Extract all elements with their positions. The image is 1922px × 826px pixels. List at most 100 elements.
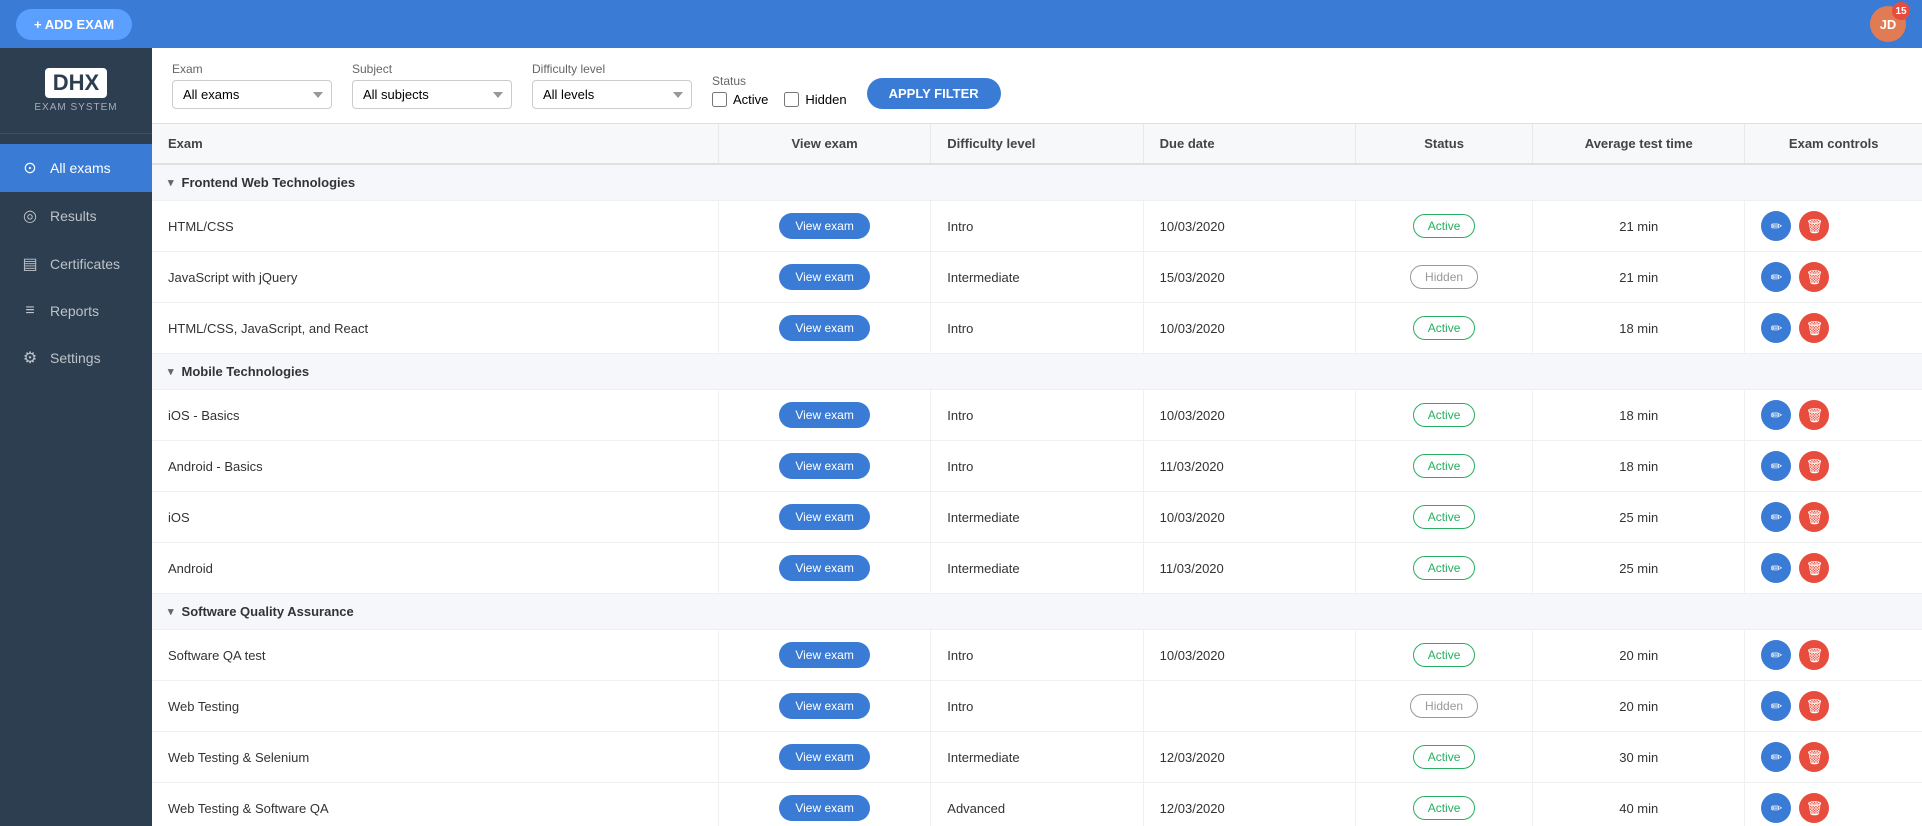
due-date-cell: 10/03/2020 <box>1143 492 1355 543</box>
table-row: HTML/CSS, JavaScript, and React View exa… <box>152 303 1922 354</box>
delete-button[interactable]: 🗑 <box>1799 793 1829 823</box>
col-header-status: Status <box>1356 124 1533 164</box>
avatar[interactable]: JD 15 <box>1870 6 1906 42</box>
category-toggle: ▾ Software Quality Assurance <box>168 604 1906 619</box>
controls-cell: ✏ 🗑 <box>1745 732 1922 783</box>
logo-area: DHX EXAM SYSTEM <box>0 48 152 134</box>
edit-button[interactable]: ✏ <box>1761 553 1791 583</box>
delete-button[interactable]: 🗑 <box>1799 262 1829 292</box>
controls-cell: ✏ 🗑 <box>1745 390 1922 441</box>
view-exam-button[interactable]: View exam <box>779 642 869 668</box>
table-row: Web Testing View exam Intro Hidden 20 mi… <box>152 681 1922 732</box>
due-date-cell: 10/03/2020 <box>1143 201 1355 252</box>
view-exam-button[interactable]: View exam <box>779 213 869 239</box>
sidebar-item-settings[interactable]: ⚙ Settings <box>0 334 152 382</box>
controls-buttons: ✏ 🗑 <box>1761 211 1906 241</box>
status-filter-label: Status <box>712 74 847 88</box>
delete-button[interactable]: 🗑 <box>1799 211 1829 241</box>
difficulty-cell: Intro <box>931 390 1143 441</box>
edit-button[interactable]: ✏ <box>1761 793 1791 823</box>
edit-button[interactable]: ✏ <box>1761 451 1791 481</box>
view-exam-button[interactable]: View exam <box>779 795 869 821</box>
edit-button[interactable]: ✏ <box>1761 742 1791 772</box>
col-header-avg: Average test time <box>1533 124 1745 164</box>
avg-time-cell: 20 min <box>1533 630 1745 681</box>
view-exam-button[interactable]: View exam <box>779 555 869 581</box>
exam-name-cell: Web Testing & Selenium <box>152 732 718 783</box>
view-exam-cell: View exam <box>718 303 930 354</box>
view-exam-button[interactable]: View exam <box>779 504 869 530</box>
edit-button[interactable]: ✏ <box>1761 313 1791 343</box>
hidden-checkbox[interactable] <box>784 92 799 107</box>
due-date-cell <box>1143 681 1355 732</box>
category-toggle: ▾ Mobile Technologies <box>168 364 1906 379</box>
table-row: iOS View exam Intermediate 10/03/2020 Ac… <box>152 492 1922 543</box>
active-checkbox-label[interactable]: Active <box>712 92 768 107</box>
view-exam-button[interactable]: View exam <box>779 744 869 770</box>
col-header-due: Due date <box>1143 124 1355 164</box>
controls-buttons: ✏ 🗑 <box>1761 640 1906 670</box>
delete-button[interactable]: 🗑 <box>1799 742 1829 772</box>
view-exam-button[interactable]: View exam <box>779 453 869 479</box>
controls-buttons: ✏ 🗑 <box>1761 400 1906 430</box>
difficulty-cell: Intro <box>931 681 1143 732</box>
view-exam-button[interactable]: View exam <box>779 693 869 719</box>
delete-button[interactable]: 🗑 <box>1799 451 1829 481</box>
category-row[interactable]: ▾ Frontend Web Technologies <box>152 164 1922 201</box>
controls-buttons: ✏ 🗑 <box>1761 691 1906 721</box>
chevron-down-icon: ▾ <box>168 176 174 189</box>
due-date-cell: 12/03/2020 <box>1143 732 1355 783</box>
exam-name-cell: iOS <box>152 492 718 543</box>
view-exam-cell: View exam <box>718 252 930 303</box>
edit-button[interactable]: ✏ <box>1761 262 1791 292</box>
exam-filter-select[interactable]: All exams <box>172 80 332 109</box>
delete-button[interactable]: 🗑 <box>1799 313 1829 343</box>
delete-button[interactable]: 🗑 <box>1799 553 1829 583</box>
view-exam-button[interactable]: View exam <box>779 402 869 428</box>
subject-filter-select[interactable]: All subjects <box>352 80 512 109</box>
edit-button[interactable]: ✏ <box>1761 640 1791 670</box>
avg-time-cell: 30 min <box>1533 732 1745 783</box>
controls-cell: ✏ 🗑 <box>1745 201 1922 252</box>
delete-button[interactable]: 🗑 <box>1799 400 1829 430</box>
col-header-exam: Exam <box>152 124 718 164</box>
category-row[interactable]: ▾ Mobile Technologies <box>152 354 1922 390</box>
sidebar-label-settings: Settings <box>50 350 101 366</box>
sidebar-item-reports[interactable]: ≡ Reports <box>0 288 152 334</box>
status-cell: Active <box>1356 390 1533 441</box>
status-badge: Active <box>1413 316 1476 340</box>
table-row: Android - Basics View exam Intro 11/03/2… <box>152 441 1922 492</box>
active-checkbox[interactable] <box>712 92 727 107</box>
status-badge: Active <box>1413 745 1476 769</box>
apply-filter-button[interactable]: APPLY FILTER <box>867 78 1001 109</box>
sidebar-item-certificates[interactable]: ▤ Certificates <box>0 240 152 288</box>
due-date-cell: 15/03/2020 <box>1143 252 1355 303</box>
sidebar-item-results[interactable]: ◎ Results <box>0 192 152 240</box>
delete-button[interactable]: 🗑 <box>1799 691 1829 721</box>
delete-button[interactable]: 🗑 <box>1799 502 1829 532</box>
edit-button[interactable]: ✏ <box>1761 211 1791 241</box>
edit-button[interactable]: ✏ <box>1761 691 1791 721</box>
status-badge: Active <box>1413 796 1476 820</box>
edit-button[interactable]: ✏ <box>1761 502 1791 532</box>
view-exam-cell: View exam <box>718 732 930 783</box>
all-exams-icon: ⊙ <box>20 158 40 178</box>
due-date-cell: 10/03/2020 <box>1143 630 1355 681</box>
category-toggle: ▾ Frontend Web Technologies <box>168 175 1906 190</box>
hidden-checkbox-label[interactable]: Hidden <box>784 92 846 107</box>
difficulty-filter-select[interactable]: All levels <box>532 80 692 109</box>
col-header-view: View exam <box>718 124 930 164</box>
add-exam-button[interactable]: + ADD EXAM <box>16 9 132 40</box>
category-row[interactable]: ▾ Software Quality Assurance <box>152 594 1922 630</box>
status-badge: Active <box>1413 505 1476 529</box>
difficulty-cell: Intermediate <box>931 492 1143 543</box>
status-cell: Hidden <box>1356 681 1533 732</box>
sidebar-item-all-exams[interactable]: ⊙ All exams <box>0 144 152 192</box>
edit-button[interactable]: ✏ <box>1761 400 1791 430</box>
status-cell: Active <box>1356 630 1533 681</box>
table-row: Web Testing & Software QA View exam Adva… <box>152 783 1922 826</box>
delete-button[interactable]: 🗑 <box>1799 640 1829 670</box>
view-exam-button[interactable]: View exam <box>779 264 869 290</box>
view-exam-button[interactable]: View exam <box>779 315 869 341</box>
logo-subtitle: EXAM SYSTEM <box>34 102 117 113</box>
